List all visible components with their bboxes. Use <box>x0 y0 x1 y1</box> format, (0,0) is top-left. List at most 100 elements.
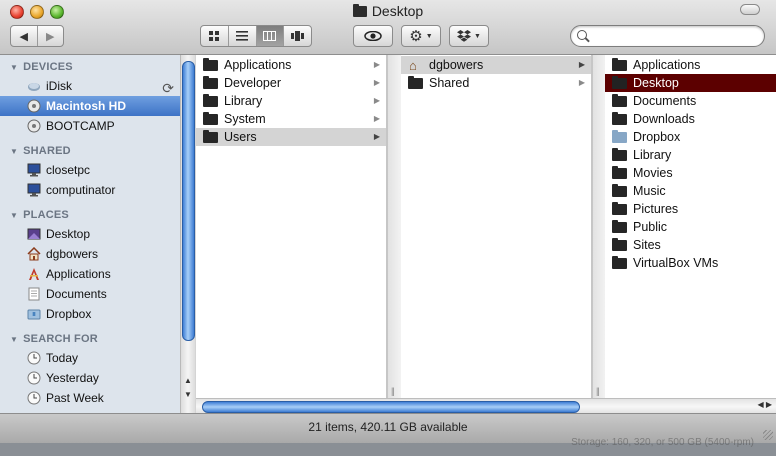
folder-icon <box>203 58 218 71</box>
coverflow-view-button[interactable] <box>284 26 311 46</box>
toolbar-toggle-button[interactable] <box>740 4 760 15</box>
forward-button[interactable]: ▶ <box>38 26 64 46</box>
action-button[interactable]: ⚙ ▼ <box>401 25 441 47</box>
sidebar-item-documents[interactable]: Documents <box>0 284 180 304</box>
search-input[interactable] <box>593 28 757 44</box>
list-item[interactable]: Documents <box>605 92 776 110</box>
column-resize-handle[interactable]: || <box>391 386 395 396</box>
sidebar-scroll-thumb[interactable] <box>182 61 195 341</box>
list-item[interactable]: Developer ▶ <box>196 74 386 92</box>
search-icon <box>577 30 587 40</box>
sidebar-section-devices[interactable]: ▼ DEVICES <box>0 58 180 76</box>
folder-icon <box>612 202 627 215</box>
sidebar-section-search-for[interactable]: ▼ SEARCH FOR <box>0 330 180 348</box>
chevron-down-icon: ▼ <box>474 32 481 40</box>
disclosure-triangle-icon: ▼ <box>10 147 19 156</box>
list-item[interactable]: Desktop <box>605 74 776 92</box>
column-view-button[interactable] <box>256 26 285 46</box>
list-item[interactable]: Library ▶ <box>196 92 386 110</box>
folder-icon <box>612 94 627 107</box>
list-item[interactable]: Shared ▶ <box>401 74 591 92</box>
dropbox-icon <box>27 309 41 320</box>
column-view-icon <box>263 31 277 41</box>
back-forward-control: ◀ ▶ <box>10 25 64 47</box>
folder-icon <box>612 220 627 233</box>
desktop-icon <box>27 228 41 240</box>
sidebar-item-yesterday[interactable]: Yesterday <box>0 368 180 388</box>
icon-view-button[interactable] <box>201 26 229 46</box>
status-text: 21 items, 420.11 GB available <box>308 420 468 434</box>
list-item[interactable]: Downloads <box>605 110 776 128</box>
chevron-right-icon: ▶ <box>373 60 380 69</box>
folder-icon <box>203 76 218 89</box>
list-item[interactable]: Pictures <box>605 200 776 218</box>
folder-icon <box>612 166 627 179</box>
list-item[interactable]: Movies <box>605 164 776 182</box>
quick-look-button[interactable] <box>353 25 393 47</box>
folder-icon <box>352 4 367 17</box>
sidebar-section-shared[interactable]: ▼ SHARED <box>0 142 180 160</box>
background-window-text: Storage: 160, 320, or 500 GB (5400-rpm) <box>571 437 754 448</box>
clock-icon <box>27 371 41 385</box>
window-title-text: Desktop <box>371 3 424 19</box>
applications-icon <box>29 268 39 280</box>
folder-icon <box>612 184 627 197</box>
dropbox-folder-icon <box>612 130 627 143</box>
list-item[interactable]: ⌂ dgbowers ▶ <box>401 56 591 74</box>
sidebar-scrollbar[interactable]: ▲ ▼ <box>180 55 195 413</box>
horizontal-scrollbar[interactable]: ◀ ▶ <box>196 398 776 414</box>
list-item[interactable]: Users ▶ <box>196 128 386 146</box>
sync-icon[interactable]: ⟳ <box>162 78 174 98</box>
sidebar-item-computinator[interactable]: computinator <box>0 180 180 200</box>
disclosure-triangle-icon: ▼ <box>10 335 19 344</box>
sidebar-item-idisk[interactable]: iDisk ⟳ <box>0 76 180 96</box>
horizontal-scroll-thumb[interactable] <box>202 401 580 413</box>
sidebar-item-dropbox[interactable]: Dropbox <box>0 304 180 324</box>
resize-grip-icon[interactable] <box>763 430 773 440</box>
list-item[interactable]: System ▶ <box>196 110 386 128</box>
scroll-right-arrow-icon[interactable]: ▶ <box>766 400 772 409</box>
sidebar-item-bootcamp[interactable]: BOOTCAMP <box>0 116 180 136</box>
idisk-icon <box>28 83 40 91</box>
toolbar: Desktop ◀ ▶ ⚙ ▼ ▼ <box>0 0 776 55</box>
view-switcher <box>200 25 312 47</box>
documents-icon <box>28 287 40 301</box>
search-field[interactable] <box>570 25 765 47</box>
folder-icon <box>612 76 627 89</box>
list-view-button[interactable] <box>229 26 257 46</box>
list-item[interactable]: Sites <box>605 236 776 254</box>
sidebar-section-places[interactable]: ▼ PLACES <box>0 206 180 224</box>
eye-icon <box>364 31 382 41</box>
sidebar-item-closetpc[interactable]: closetpc <box>0 160 180 180</box>
dropbox-button[interactable]: ▼ <box>449 25 489 47</box>
sidebar-item-desktop[interactable]: Desktop <box>0 224 180 244</box>
sidebar-item-applications[interactable]: Applications <box>0 264 180 284</box>
sidebar-item-today[interactable]: Today <box>0 348 180 368</box>
chevron-right-icon: ▶ <box>373 96 380 105</box>
chevron-down-icon: ▼ <box>425 32 433 40</box>
list-item[interactable]: Dropbox <box>605 128 776 146</box>
column-resize-handle[interactable]: || <box>596 386 600 396</box>
chevron-right-icon: ▶ <box>373 114 380 123</box>
scroll-up-arrow-icon[interactable]: ▲ <box>181 375 195 387</box>
list-item[interactable]: Music <box>605 182 776 200</box>
list-item[interactable]: Applications ▶ <box>196 56 386 74</box>
scroll-down-arrow-icon[interactable]: ▼ <box>181 389 195 401</box>
folder-icon <box>408 76 423 89</box>
list-item[interactable]: Library <box>605 146 776 164</box>
folder-icon <box>612 238 627 251</box>
list-item[interactable]: VirtualBox VMs <box>605 254 776 272</box>
gear-icon: ⚙ <box>409 27 423 45</box>
icon-view-icon <box>209 31 220 41</box>
scroll-left-arrow-icon[interactable]: ◀ <box>757 400 763 409</box>
sidebar: ▼ DEVICES iDisk ⟳ Macintosh HD BOOTCAMP ▼… <box>0 55 180 413</box>
list-item[interactable]: Public <box>605 218 776 236</box>
home-icon: ⌂ <box>409 58 417 73</box>
sidebar-item-past-week[interactable]: Past Week <box>0 388 180 408</box>
sidebar-item-macintosh-hd[interactable]: Macintosh HD <box>0 96 180 116</box>
sidebar-item-dgbowers[interactable]: dgbowers <box>0 244 180 264</box>
window-title: Desktop <box>0 3 776 19</box>
chevron-right-icon: ▶ <box>578 60 585 69</box>
back-button[interactable]: ◀ <box>11 26 38 46</box>
list-item[interactable]: Applications <box>605 56 776 74</box>
